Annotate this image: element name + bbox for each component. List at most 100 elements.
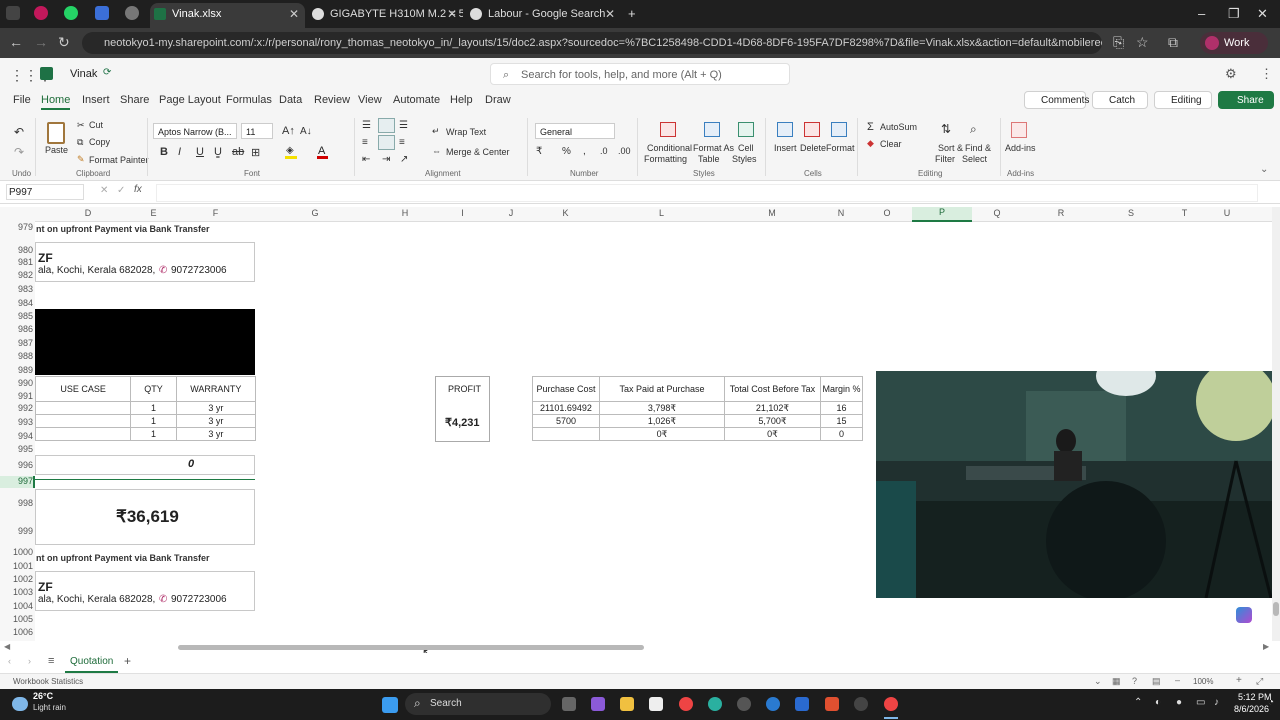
column-header[interactable]: Q bbox=[972, 208, 1022, 218]
format-as-table-button-2[interactable]: Table bbox=[698, 154, 720, 164]
table-cell[interactable]: 5,700₹ bbox=[724, 414, 821, 428]
close-icon[interactable]: ✕ bbox=[447, 3, 457, 25]
decrease-font-icon[interactable]: A↓ bbox=[300, 126, 312, 137]
tab-help[interactable]: Help bbox=[450, 94, 473, 106]
chrome-active-icon[interactable] bbox=[884, 697, 898, 711]
confirm-entry-icon[interactable]: ✓ bbox=[117, 185, 125, 196]
tab-automate[interactable]: Automate bbox=[393, 94, 440, 106]
table-cell[interactable]: 0₹ bbox=[599, 427, 725, 441]
tab-formulas[interactable]: Formulas bbox=[226, 94, 272, 106]
row-header[interactable]: 987 bbox=[0, 338, 33, 348]
table-cell[interactable]: 21101.69492 bbox=[532, 401, 600, 415]
column-header[interactable]: J bbox=[490, 208, 532, 218]
settings-app-icon[interactable] bbox=[737, 697, 751, 711]
table-cell[interactable] bbox=[34, 414, 132, 428]
merge-center-button[interactable]: Merge & Center bbox=[446, 147, 510, 157]
increase-indent-icon[interactable]: ⇥ bbox=[382, 154, 390, 165]
row-header[interactable]: 1000 bbox=[0, 547, 33, 557]
column-header[interactable]: I bbox=[435, 208, 490, 218]
vertical-scrollbar[interactable] bbox=[1272, 207, 1280, 641]
more-options-icon[interactable]: ⋮ bbox=[1260, 66, 1273, 82]
tab-file[interactable]: File bbox=[13, 94, 31, 106]
tab-page-layout[interactable]: Page Layout bbox=[159, 94, 221, 106]
row-header[interactable]: 999 bbox=[0, 526, 33, 536]
decrease-decimal-icon[interactable]: .00 bbox=[618, 146, 631, 156]
page-layout-icon[interactable]: ▤ bbox=[1152, 676, 1161, 687]
formula-input[interactable] bbox=[156, 184, 1258, 202]
tray-app-icon[interactable]: ◐ bbox=[1155, 697, 1161, 708]
row-header[interactable]: 983 bbox=[0, 284, 33, 294]
row-header[interactable]: 1004 bbox=[0, 601, 33, 611]
settings-gear-icon[interactable]: ⚙ bbox=[1225, 66, 1237, 82]
tab-draw[interactable]: Draw bbox=[485, 94, 511, 106]
row-header[interactable]: 981 bbox=[0, 257, 33, 267]
currency-icon[interactable]: ₹ bbox=[536, 146, 542, 157]
zero-value-cell[interactable]: 0 bbox=[35, 455, 255, 475]
table-cell[interactable]: 16 bbox=[820, 401, 863, 415]
percent-icon[interactable]: % bbox=[562, 146, 571, 157]
borders-icon[interactable]: ⊞ bbox=[251, 146, 260, 159]
store-icon[interactable] bbox=[649, 697, 663, 711]
table-cell[interactable]: 15 bbox=[820, 414, 863, 428]
pinned-tab-icon[interactable] bbox=[34, 6, 48, 20]
all-sheets-icon[interactable]: ≡ bbox=[48, 655, 54, 667]
fit-icon[interactable]: ⤢ bbox=[1256, 676, 1263, 687]
format-painter-button[interactable]: Format Painter bbox=[89, 155, 149, 165]
help-icon[interactable]: ? bbox=[1132, 676, 1137, 686]
sort-filter-button[interactable]: Sort & bbox=[938, 143, 963, 153]
insert-function-icon[interactable]: fx bbox=[134, 184, 142, 195]
close-icon[interactable]: ✕ bbox=[605, 3, 615, 25]
edge-icon[interactable] bbox=[708, 697, 722, 711]
row-header[interactable]: 982 bbox=[0, 270, 33, 280]
file-explorer-icon[interactable] bbox=[620, 697, 634, 711]
table-cell[interactable] bbox=[532, 427, 600, 441]
table-cell[interactable]: 3 yr bbox=[175, 401, 257, 415]
column-header[interactable]: S bbox=[1100, 208, 1162, 218]
orientation-icon[interactable]: ↗ bbox=[400, 154, 408, 165]
row-header[interactable]: 989 bbox=[0, 365, 33, 375]
table-cell[interactable]: 0₹ bbox=[724, 427, 821, 441]
cancel-entry-icon[interactable]: ✕ bbox=[100, 185, 108, 196]
copilot-icon[interactable] bbox=[1236, 607, 1252, 623]
row-header[interactable]: 1003 bbox=[0, 587, 33, 597]
row-header[interactable]: 991 bbox=[0, 391, 33, 401]
tab-menu-icon[interactable] bbox=[6, 6, 20, 20]
decrease-indent-icon[interactable]: ⇤ bbox=[362, 154, 370, 165]
italic-icon[interactable]: I bbox=[178, 146, 181, 158]
sheet-tab-quotation[interactable]: Quotation bbox=[65, 653, 119, 673]
font-size-dropdown[interactable]: 11 bbox=[241, 123, 273, 139]
mail-icon[interactable] bbox=[766, 697, 780, 711]
add-ins-button[interactable]: Add-ins bbox=[1005, 143, 1036, 153]
table-cell[interactable]: 1 bbox=[130, 401, 177, 415]
tray-overflow-icon[interactable]: ⌃ bbox=[1134, 697, 1142, 708]
column-header[interactable]: H bbox=[375, 208, 435, 218]
defender-icon[interactable] bbox=[795, 697, 809, 711]
vertical-scrollbar-thumb[interactable] bbox=[1273, 602, 1279, 616]
start-icon[interactable] bbox=[382, 697, 398, 713]
column-header[interactable]: F bbox=[176, 208, 255, 218]
row-header[interactable]: 995 bbox=[0, 444, 33, 454]
extensions-icon[interactable]: ⧉ bbox=[1168, 34, 1178, 51]
align-bottom-icon[interactable]: ☰ bbox=[399, 120, 408, 131]
column-header[interactable]: O bbox=[862, 208, 912, 218]
search-input[interactable]: ⌕ Search for tools, help, and more (Alt … bbox=[490, 63, 790, 85]
brave-icon[interactable] bbox=[825, 697, 839, 711]
row-header[interactable]: 1002 bbox=[0, 574, 33, 584]
column-header[interactable]: D bbox=[36, 208, 140, 218]
clear-button[interactable]: Clear bbox=[880, 139, 902, 149]
table-cell[interactable] bbox=[34, 401, 132, 415]
close-icon[interactable]: ✕ bbox=[289, 3, 299, 25]
column-header[interactable]: L bbox=[599, 208, 724, 218]
column-header[interactable]: M bbox=[724, 208, 820, 218]
copilot-app-icon[interactable] bbox=[591, 697, 605, 711]
paste-button[interactable]: Paste bbox=[45, 145, 68, 155]
conditional-formatting-button-2[interactable]: Formatting bbox=[644, 154, 687, 164]
table-cell[interactable]: 1,026₹ bbox=[599, 414, 725, 428]
weather-temp[interactable]: 26°C bbox=[33, 691, 53, 701]
row-header[interactable]: 998 bbox=[0, 498, 33, 508]
underline-icon[interactable]: U bbox=[196, 146, 204, 158]
cell-styles-button-2[interactable]: Styles bbox=[732, 154, 757, 164]
column-header-selected[interactable]: P bbox=[912, 207, 972, 222]
undo-icon[interactable]: ↶ bbox=[14, 125, 24, 139]
volume-icon[interactable]: ♪ bbox=[1214, 697, 1219, 708]
